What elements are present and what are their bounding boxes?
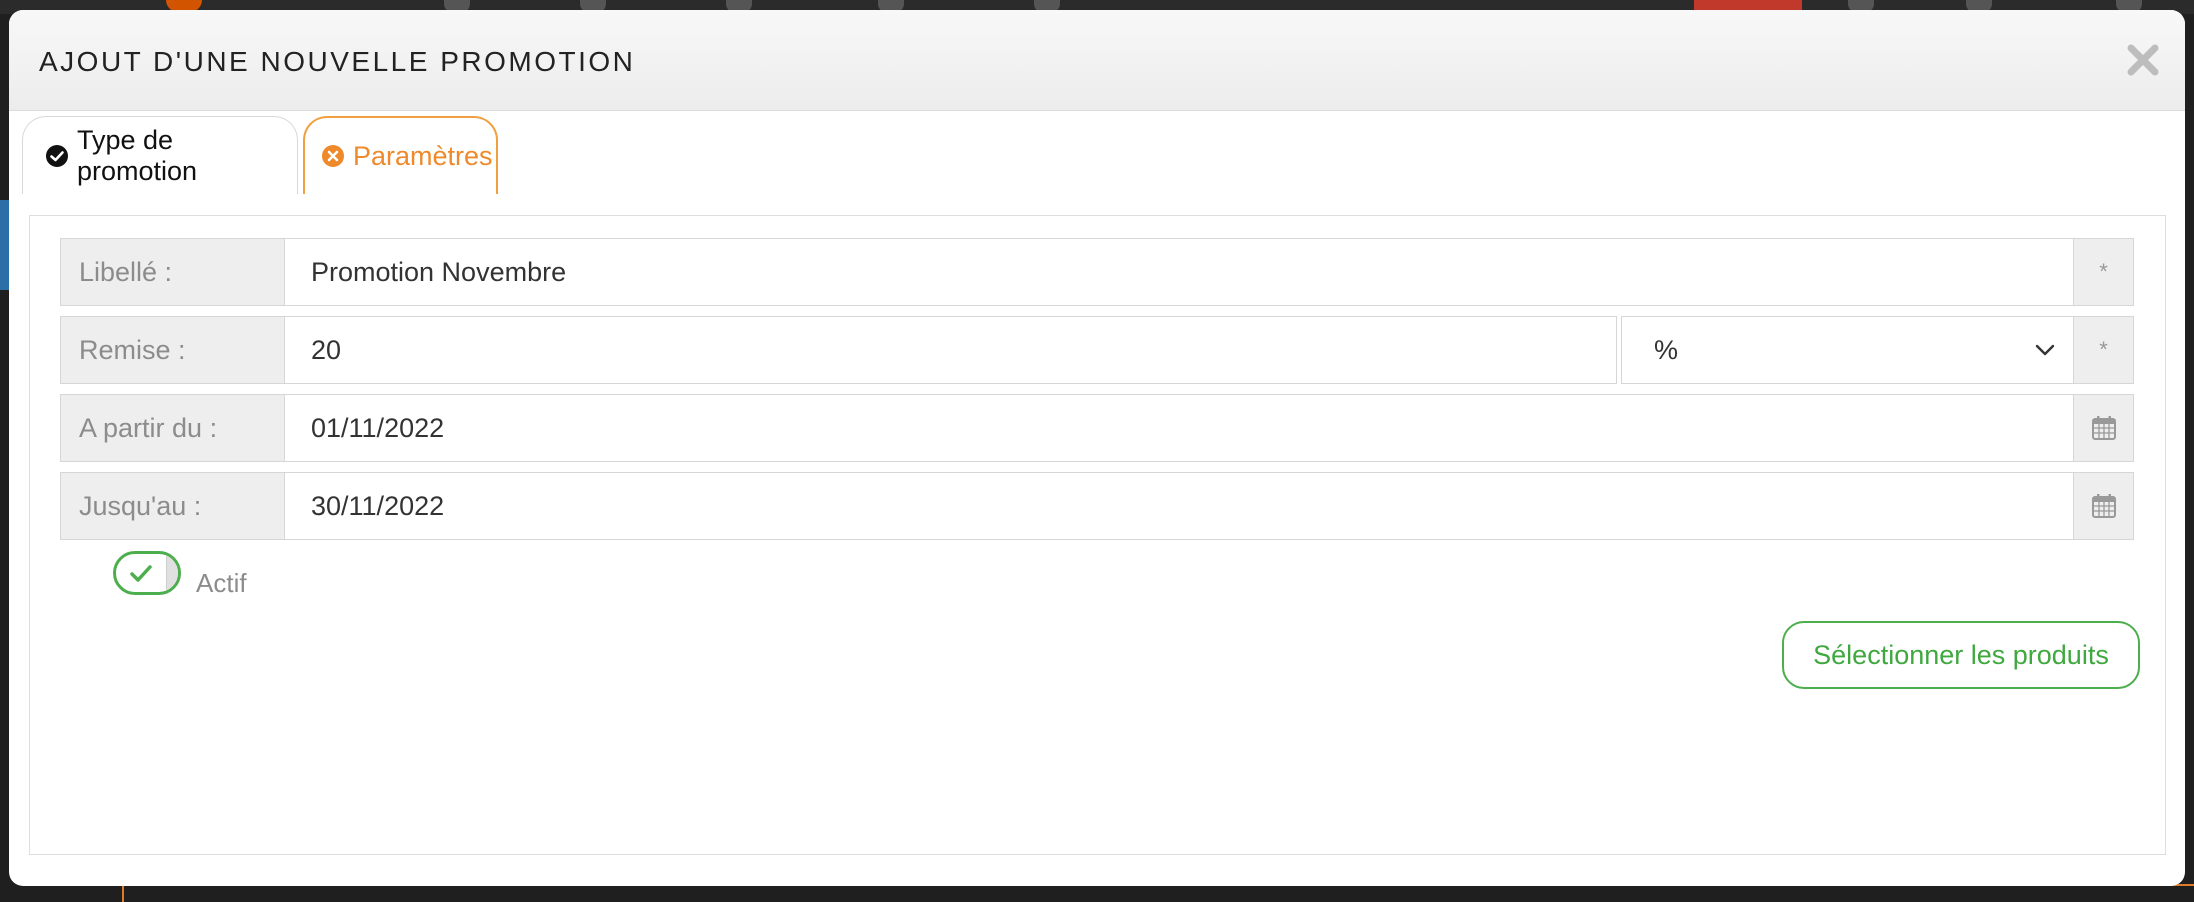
- start-date-row: A partir du : 01/11/2022: [60, 394, 2134, 462]
- libelle-row: Libellé : Promotion Novembre *: [60, 238, 2134, 306]
- remise-unit-select[interactable]: %: [1622, 317, 2074, 383]
- tab-label: Paramètres: [353, 140, 493, 171]
- chevron-down-icon: [2035, 344, 2055, 356]
- calendar-icon: [2091, 416, 2116, 440]
- toggle-knob: [166, 554, 178, 592]
- actif-toggle[interactable]: [113, 551, 181, 595]
- start-date-picker-button[interactable]: [2073, 395, 2133, 461]
- remise-unit-value: %: [1654, 334, 1679, 365]
- promotion-modal: AJOUT D'UNE NOUVELLE PROMOTION Type de p…: [9, 10, 2185, 886]
- calendar-icon: [2091, 494, 2116, 518]
- remise-label: Remise :: [61, 317, 285, 383]
- remise-input[interactable]: 20: [285, 317, 1617, 383]
- close-button[interactable]: [2123, 40, 2163, 80]
- check-circle-icon: [46, 144, 68, 167]
- remise-unit-group: % *: [1621, 316, 2134, 384]
- end-date-input[interactable]: 30/11/2022: [285, 473, 2075, 539]
- select-products-button[interactable]: Sélectionner les produits: [1782, 621, 2140, 689]
- times-circle-icon: [322, 145, 344, 167]
- modal-header: AJOUT D'UNE NOUVELLE PROMOTION: [9, 10, 2185, 111]
- actif-label: Actif: [196, 568, 247, 598]
- remise-input-group: Remise : 20: [60, 316, 1617, 384]
- end-date-row: Jusqu'au : 30/11/2022: [60, 472, 2134, 540]
- libelle-input[interactable]: Promotion Novembre: [285, 239, 2075, 305]
- modal-title: AJOUT D'UNE NOUVELLE PROMOTION: [39, 46, 636, 77]
- background-panel: [122, 884, 2194, 902]
- required-marker: *: [2073, 239, 2133, 305]
- end-date-label: Jusqu'au :: [61, 473, 285, 539]
- tab-type-de-promotion[interactable]: Type de promotion: [22, 116, 298, 194]
- start-date-input[interactable]: 01/11/2022: [285, 395, 2075, 461]
- tab-parametres[interactable]: Paramètres: [303, 116, 498, 194]
- close-icon: [2127, 44, 2159, 76]
- required-marker: *: [2073, 317, 2133, 383]
- end-date-picker-button[interactable]: [2073, 473, 2133, 539]
- libelle-label: Libellé :: [61, 239, 285, 305]
- check-icon: [130, 565, 152, 582]
- tab-label: Type de promotion: [77, 124, 198, 186]
- remise-row: Remise : 20 % *: [60, 316, 2134, 384]
- start-date-label: A partir du :: [61, 395, 285, 461]
